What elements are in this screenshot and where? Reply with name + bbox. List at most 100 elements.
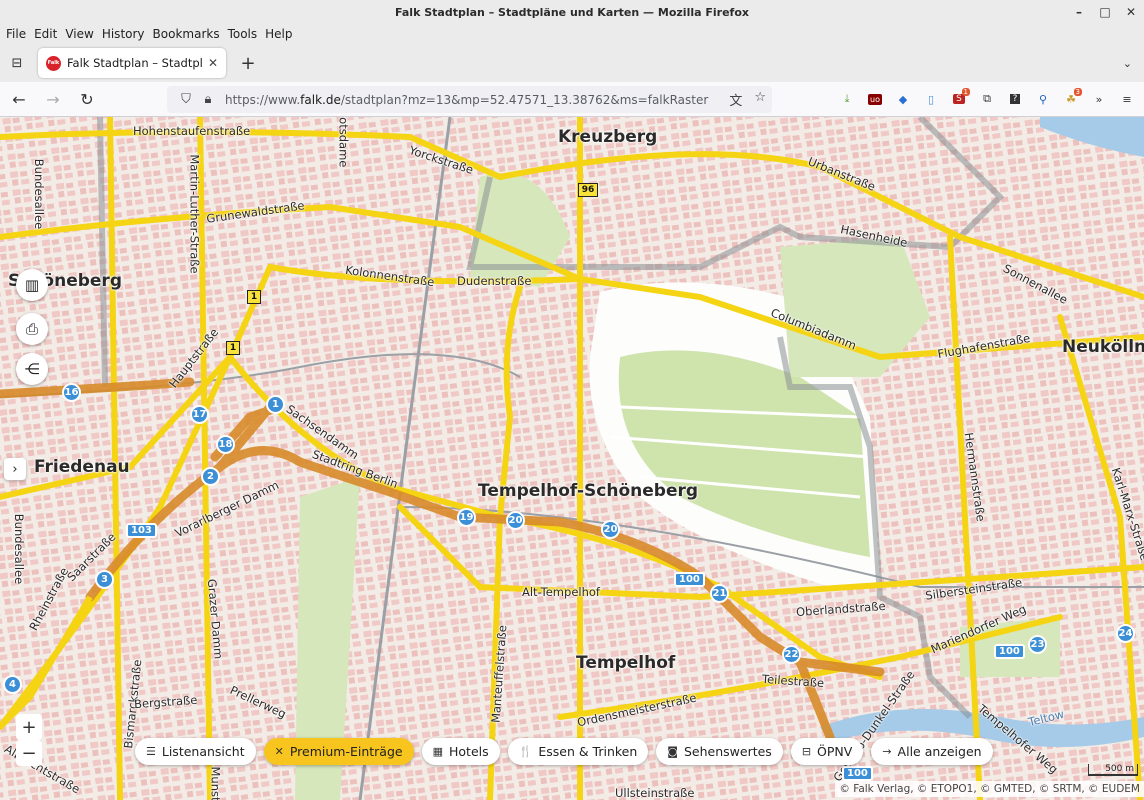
chip-show-all[interactable]: → Alle anzeigen — [871, 738, 993, 765]
route-marker: 19 — [457, 508, 476, 527]
route-marker: 24 — [1116, 624, 1135, 643]
district-tempelhof-schoeneberg-label: Tempelhof-Schöneberg — [478, 481, 699, 501]
extensions-toolbar: ⤓ uo ◆ ▯ S1 ⧉ ? ⚲ ☘ 3 » ≡ — [836, 86, 1138, 112]
menu-view[interactable]: View — [65, 27, 93, 41]
window-titlebar: Falk Stadtplan – Stadtpläne und Karten —… — [0, 0, 1144, 24]
falk-favicon-icon: Falk — [46, 55, 61, 71]
map-attribution: © Falk Verlag, © ETOPO1, © GMTED, © SRTM… — [835, 781, 1144, 797]
district-friedenau-label: Friedenau — [34, 457, 130, 477]
street-label: Hohenstaufenstraße — [133, 124, 251, 138]
route-marker: 2 — [201, 467, 220, 486]
extension-s-icon[interactable]: S1 — [948, 86, 970, 112]
navigation-toolbar: ← → ↻ ⛉ 🔒︎ https://www.falk.de/stadtplan… — [0, 82, 1144, 117]
chip-sights[interactable]: ◙ Sehenswertes — [656, 738, 783, 765]
federal-road-shield: 1 — [226, 341, 240, 355]
chip-list-view[interactable]: ☰ Listenansicht — [135, 738, 256, 765]
district-kreuzberg-label: Kreuzberg — [558, 127, 658, 147]
food-icon: 🍴 — [518, 745, 533, 758]
route-marker: 17 — [190, 405, 209, 424]
bookmark-star-icon[interactable]: ☆ — [754, 90, 766, 109]
street-label: Bundesallee — [12, 513, 27, 585]
url-bar[interactable]: ⛉ 🔒︎ https://www.falk.de/stadtplan?mz=13… — [167, 86, 772, 113]
map-scale: 500 m — [1088, 764, 1138, 776]
street-label: Munst — [208, 766, 223, 800]
expand-panel-chevron-icon[interactable]: › — [4, 458, 26, 480]
extension-leaf-icon[interactable]: ☘ 3 — [1060, 86, 1082, 112]
app-menu-icon[interactable]: ≡ — [1116, 86, 1138, 112]
zoom-out-button[interactable]: − — [16, 740, 42, 766]
district-tempelhof-label: Tempelhof — [576, 653, 676, 673]
street-label: Potsdame — [336, 117, 351, 168]
chip-premium[interactable]: ✕ Premium-Einträge — [263, 738, 414, 765]
hotel-icon: ▦ — [432, 745, 443, 758]
extension-search-icon[interactable]: ⚲ — [1032, 86, 1054, 112]
menu-file[interactable]: File — [6, 27, 26, 41]
route-rect-marker: 100 — [842, 766, 873, 781]
list-icon: ☰ — [146, 745, 156, 758]
tab-overflow-chevron-icon[interactable]: ⌄ — [1123, 57, 1132, 70]
extension-page-icon[interactable]: ▯ — [920, 86, 942, 112]
new-tab-button[interactable]: + — [238, 53, 258, 74]
share-icon[interactable]: ⋲ — [16, 353, 48, 385]
menu-edit[interactable]: Edit — [34, 27, 57, 41]
translate-icon[interactable]: 文 — [729, 90, 742, 109]
route-marker: 4 — [3, 675, 22, 694]
url-text[interactable]: https://www.falk.de/stadtplan?mz=13&mp=5… — [225, 93, 708, 107]
map-canvas[interactable]: Kreuzberg Schöneberg Friedenau Tempelhof… — [0, 117, 1144, 800]
route-marker: 18 — [216, 435, 235, 454]
route-marker: 21 — [710, 584, 729, 603]
shield-icon[interactable]: ⛉ — [175, 92, 197, 107]
category-chips: ☰ Listenansicht ✕ Premium-Einträge ▦ Hotels… — [135, 738, 993, 765]
federal-road-shield: 1 — [247, 290, 261, 304]
menu-help[interactable]: Help — [265, 27, 292, 41]
menu-bar: File Edit View History Bookmarks Tools H… — [0, 24, 1144, 44]
zoom-in-button[interactable]: + — [16, 714, 42, 740]
close-window-button[interactable]: ✕ — [1118, 5, 1144, 19]
extension-question-icon[interactable]: ? — [1004, 86, 1026, 112]
menu-bookmarks[interactable]: Bookmarks — [153, 27, 220, 41]
lock-icon[interactable]: 🔒︎ — [197, 92, 219, 107]
reload-button[interactable]: ↻ — [72, 84, 102, 114]
forward-button[interactable]: → — [38, 84, 68, 114]
camera-icon: ◙ — [667, 745, 678, 758]
street-label: Alt-Tempelhof — [522, 585, 600, 599]
maximize-button[interactable]: □ — [1092, 5, 1118, 19]
bus-icon: ⊟ — [801, 745, 812, 758]
ublock-icon[interactable]: uo — [864, 86, 886, 112]
tab-list-icon[interactable]: ⊟ — [0, 49, 34, 77]
map-layers-icon[interactable]: ▥ — [16, 269, 48, 301]
download-icon[interactable]: ⤓ — [836, 86, 858, 112]
street-label: Bundesallee — [32, 158, 47, 230]
tab-title: Falk Stadtplan – Stadtpläne — [67, 56, 202, 70]
minimize-button[interactable]: – — [1066, 5, 1092, 19]
print-icon[interactable]: ⎙ — [16, 313, 48, 345]
route-rect-marker: 100 — [674, 572, 705, 587]
tab-close-icon[interactable]: ✕ — [208, 56, 218, 70]
window-title: Falk Stadtplan – Stadtpläne und Karten —… — [395, 5, 749, 19]
route-marker: 22 — [782, 645, 801, 664]
tab-bar: ⊟ Falk Falk Stadtplan – Stadtpläne ✕ + ⌄ — [0, 44, 1144, 82]
chip-hotels[interactable]: ▦ Hotels — [421, 738, 500, 765]
street-label: Ullsteinstraße — [615, 786, 695, 800]
chip-transit[interactable]: ⊟ ÖPNV — [790, 738, 864, 765]
street-label: Dudenstraße — [457, 274, 532, 288]
street-label: Martin-Luther-Straße — [187, 154, 202, 274]
route-marker: 3 — [95, 570, 114, 589]
route-rect-marker: 103 — [126, 523, 157, 538]
chip-food[interactable]: 🍴 Essen & Trinken — [507, 738, 649, 765]
district-neukoelln-label: Neukölln — [1062, 337, 1144, 357]
extension-kite-icon[interactable]: ◆ — [892, 86, 914, 112]
route-rect-marker: 100 — [994, 644, 1025, 659]
arrow-right-icon: → — [882, 745, 892, 758]
menu-tools[interactable]: Tools — [228, 27, 258, 41]
back-button[interactable]: ← — [4, 84, 34, 114]
tab-falk[interactable]: Falk Falk Stadtplan – Stadtpläne ✕ — [38, 48, 226, 78]
overflow-menu-icon[interactable]: » — [1088, 86, 1110, 112]
window-controls: – □ ✕ — [1066, 0, 1144, 24]
menu-history[interactable]: History — [102, 27, 145, 41]
federal-road-shield: 96 — [578, 183, 598, 197]
route-marker: 23 — [1028, 635, 1047, 654]
route-marker: 16 — [62, 383, 81, 402]
extensions-puzzle-icon[interactable]: ⧉ — [976, 86, 998, 112]
route-marker: 20 — [506, 511, 525, 530]
